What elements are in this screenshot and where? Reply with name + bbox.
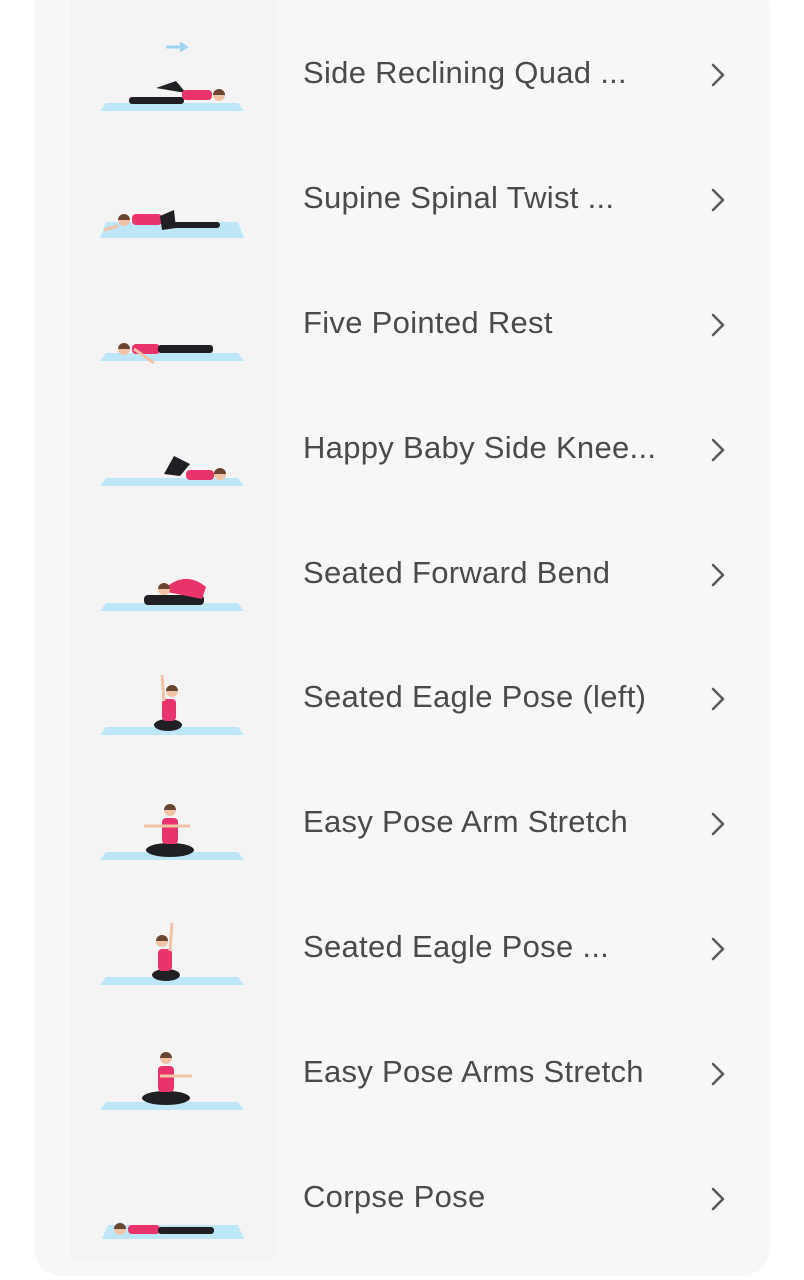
exercise-row-seated-forward-bend[interactable]: Seated Forward Bend [34,513,770,638]
exercise-list: Side Reclining Quad ... Supine Spinal Tw… [34,13,770,1262]
exercise-row-side-reclining-quad[interactable]: Side Reclining Quad ... [34,13,770,138]
exercise-row-easy-pose-arms-stretch[interactable]: Easy Pose Arms Stretch [34,1012,770,1137]
chevron-right-icon [706,810,730,838]
chevron-right-icon [706,61,730,89]
chevron-right-icon [706,685,730,713]
exercise-row-seated-eagle-left[interactable]: Seated Eagle Pose (left) [34,637,770,762]
pose-illustration-side-reclining-quad [94,33,254,119]
chevron-right-icon [706,935,730,963]
pose-illustration-svg [100,804,244,861]
exercise-title: Easy Pose Arm Stretch [303,804,629,840]
chevron-right-icon [706,311,730,339]
pose-illustration-svg [100,41,244,111]
chevron-right-icon [706,1060,730,1088]
exercise-title: Seated Eagle Pose ... [303,929,610,965]
pose-illustration-svg [100,209,244,238]
pose-illustration-seated-eagle-left [94,657,254,743]
exercise-row-easy-pose-arm-stretch[interactable]: Easy Pose Arm Stretch [34,762,770,887]
pose-illustration-svg [100,675,244,736]
exercise-title: Happy Baby Side Knee... [303,429,657,465]
exercise-title: Easy Pose Arms Stretch [303,1054,644,1090]
pose-illustration-svg [100,1052,244,1111]
pose-illustration-svg [100,578,244,611]
exercise-row-happy-baby-side-knee[interactable]: Happy Baby Side Knee... [34,388,770,513]
pose-illustration-corpse-pose [94,1157,254,1243]
exercise-title: Supine Spinal Twist ... [303,179,615,215]
pose-illustration-seated-forward-bend [94,533,254,619]
exercise-row-supine-spinal-twist[interactable]: Supine Spinal Twist ... [34,138,770,263]
pose-illustration-svg [102,1223,244,1240]
exercise-title: Five Pointed Rest [303,304,553,340]
exercise-title: Corpse Pose [303,1179,486,1215]
pose-illustration-svg [100,342,244,365]
exercise-title: Side Reclining Quad ... [303,55,627,90]
exercise-row-seated-eagle[interactable]: Seated Eagle Pose ... [34,887,770,1012]
chevron-right-icon [706,1185,730,1213]
pose-illustration-seated-eagle [94,907,254,993]
exercise-row-five-pointed-rest[interactable]: Five Pointed Rest [34,263,770,388]
pose-illustration-five-pointed-rest [94,283,254,369]
pose-illustration-easy-pose-arms-stretch [94,1032,254,1118]
pose-illustration-easy-pose-arm-stretch [94,782,254,868]
chevron-right-icon [706,186,730,214]
pose-illustration-happy-baby-side-knee [94,408,254,494]
pose-illustration-supine-spinal-twist [94,158,254,244]
chevron-right-icon [706,561,730,589]
exercise-title: Seated Forward Bend [303,554,611,590]
pose-illustration-svg [100,455,244,486]
exercise-row-corpse-pose[interactable]: Corpse Pose [34,1137,770,1262]
chevron-right-icon [706,436,730,464]
exercise-title: Seated Eagle Pose (left) [303,679,647,715]
pose-illustration-svg [100,923,244,986]
